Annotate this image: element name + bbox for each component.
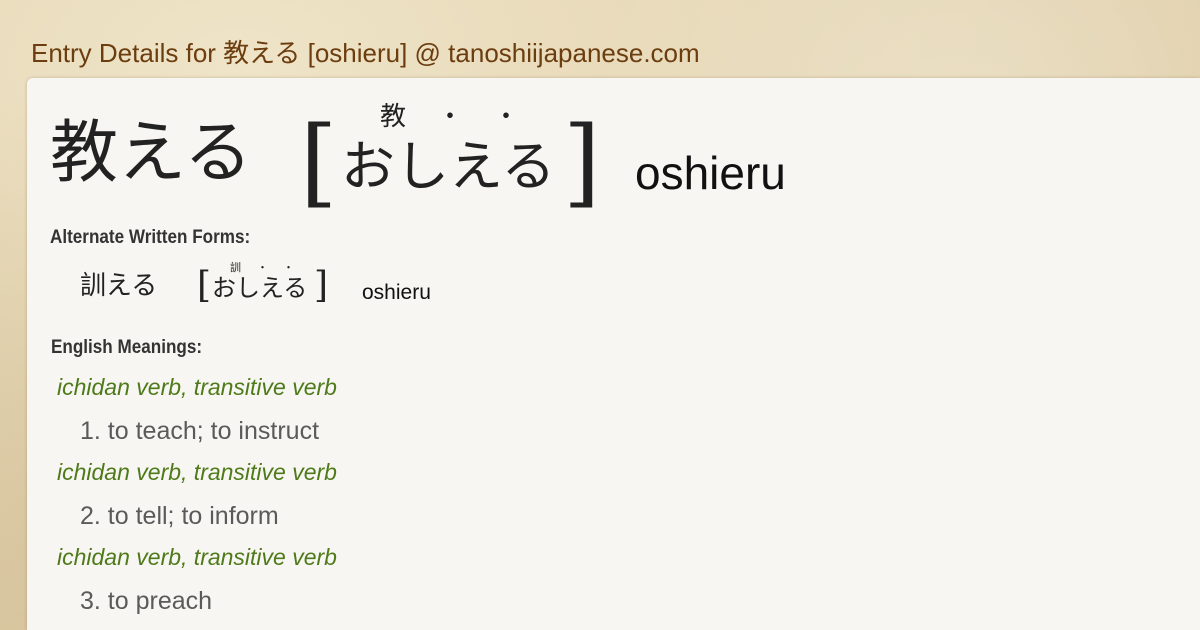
page-title: Entry Details for 教える [oshieru] @ tanosh… <box>31 38 700 68</box>
bracket-open: [ <box>300 106 338 218</box>
bracket-close: ] <box>563 106 601 218</box>
alternate-romaji: oshieru <box>362 281 431 304</box>
alternate-furigana-dot: ・ <box>257 261 268 274</box>
entry-romaji: oshieru <box>635 147 786 199</box>
meaning-item: 1. to teach; to instruct <box>80 417 320 445</box>
part-of-speech: ichidan verb, transitive verb <box>57 459 337 485</box>
furigana-dot: ・ <box>437 102 464 132</box>
alternate-furigana-kanji: 訓 <box>230 261 241 274</box>
english-meanings-heading: English Meanings: <box>51 337 203 358</box>
meaning-item: 3. to preach <box>80 587 213 615</box>
meaning-item: 2. to tell; to inform <box>80 502 279 530</box>
furigana-dot: ・ <box>493 102 520 132</box>
alternate-bracket-open: [ <box>197 265 212 306</box>
part-of-speech: ichidan verb, transitive verb <box>57 544 337 570</box>
entry-kana: おしえる <box>341 135 556 198</box>
alternate-bracket-close: ] <box>314 265 329 306</box>
alternate-word: 訓える <box>80 271 158 301</box>
alternate-forms-heading: Alternate Written Forms: <box>50 227 251 248</box>
entry-word: 教える <box>50 114 252 193</box>
part-of-speech: ichidan verb, transitive verb <box>57 374 337 400</box>
furigana-kanji: 教 <box>380 102 407 132</box>
alternate-kana: おしえる <box>212 274 308 302</box>
alternate-furigana-dot: ・ <box>283 261 294 274</box>
